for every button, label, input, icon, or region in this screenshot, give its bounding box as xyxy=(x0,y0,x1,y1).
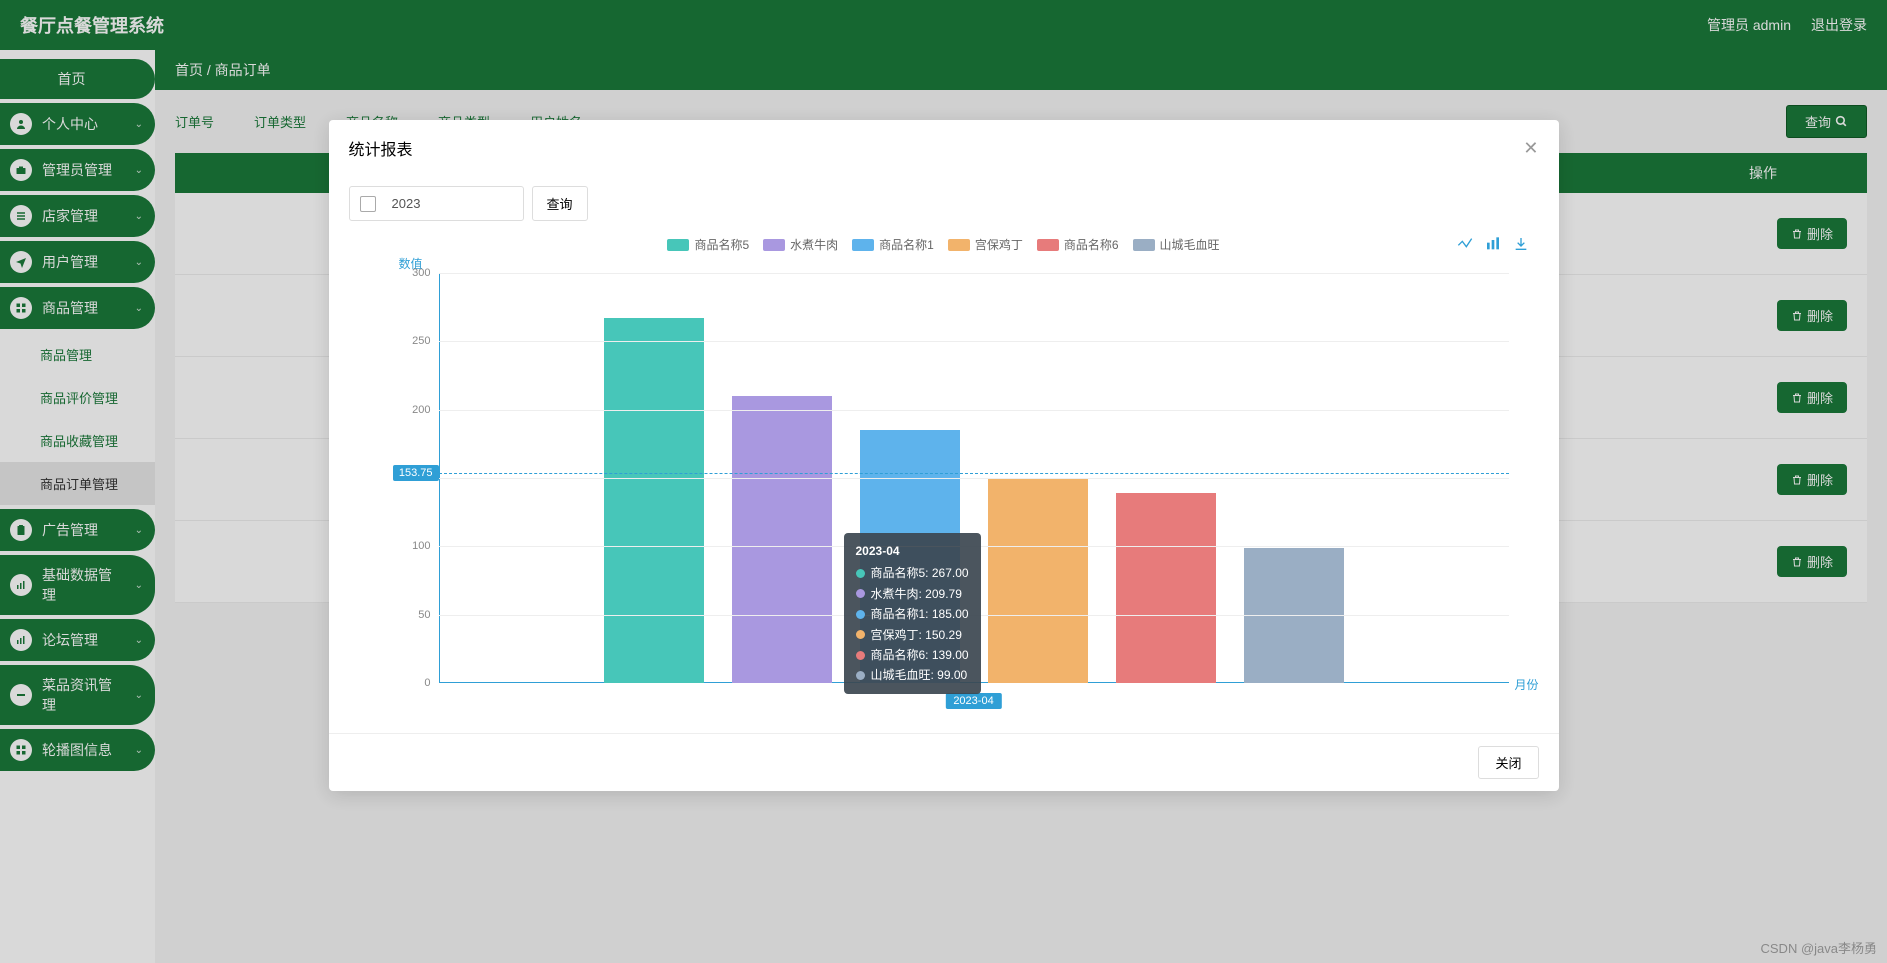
legend-item[interactable]: 山城毛血旺 xyxy=(1133,236,1220,253)
legend-swatch xyxy=(667,239,689,251)
line-view-icon[interactable] xyxy=(1457,236,1473,257)
legend-label: 商品名称6 xyxy=(1064,236,1119,253)
year-input[interactable]: 2023 xyxy=(349,186,524,221)
legend-swatch xyxy=(763,239,785,251)
watermark: CSDN @java李杨勇 xyxy=(1761,938,1878,957)
chart-bar[interactable] xyxy=(732,396,832,683)
bar-view-icon[interactable] xyxy=(1485,236,1501,257)
legend-item[interactable]: 宫保鸡丁 xyxy=(948,236,1023,253)
y-tick: 0 xyxy=(424,677,438,689)
x-category-label: 2023-04 xyxy=(945,693,1001,709)
chart-bar[interactable] xyxy=(1116,493,1216,683)
y-tick: 50 xyxy=(418,609,438,621)
chart: 商品名称5水煮牛肉商品名称1宫保鸡丁商品名称6山城毛血旺 数值 月份 2023-… xyxy=(349,236,1539,713)
legend-item[interactable]: 商品名称5 xyxy=(667,236,749,253)
chart-toolbox xyxy=(1457,236,1529,257)
marker-label: 153.75 xyxy=(393,465,439,481)
chart-bar[interactable] xyxy=(988,478,1088,683)
chart-bar[interactable] xyxy=(604,318,704,683)
legend-item[interactable]: 水煮牛肉 xyxy=(763,236,838,253)
x-axis-title: 月份 xyxy=(1514,676,1538,693)
legend-item[interactable]: 商品名称6 xyxy=(1037,236,1119,253)
legend-swatch xyxy=(948,239,970,251)
marker-line xyxy=(439,473,1509,474)
chart-bar[interactable] xyxy=(860,430,960,683)
modal-close-button[interactable]: 关闭 xyxy=(1478,746,1538,779)
legend-label: 山城毛血旺 xyxy=(1160,236,1220,253)
y-tick: 100 xyxy=(412,540,438,552)
modal-close-icon[interactable]: ✕ xyxy=(1523,138,1538,159)
legend-swatch xyxy=(1133,239,1155,251)
modal-title: 统计报表 xyxy=(349,136,413,160)
legend-label: 商品名称5 xyxy=(694,236,749,253)
legend-label: 宫保鸡丁 xyxy=(975,236,1023,253)
y-tick: 250 xyxy=(412,335,438,347)
legend-swatch xyxy=(1037,239,1059,251)
chart-legend: 商品名称5 水煮牛肉 商品名称1 宫保鸡丁 商品名称6 山城毛血旺 xyxy=(349,236,1539,253)
stats-modal: 统计报表 ✕ 2023 查询 xyxy=(329,120,1559,791)
legend-swatch xyxy=(852,239,874,251)
download-icon[interactable] xyxy=(1513,236,1529,257)
legend-label: 水煮牛肉 xyxy=(790,236,838,253)
y-tick: 300 xyxy=(412,267,438,279)
chart-query-button[interactable]: 查询 xyxy=(532,186,588,221)
y-tick: 200 xyxy=(412,404,438,416)
legend-item[interactable]: 商品名称1 xyxy=(852,236,934,253)
legend-label: 商品名称1 xyxy=(879,236,934,253)
modal-overlay: 统计报表 ✕ 2023 查询 xyxy=(0,0,1887,963)
